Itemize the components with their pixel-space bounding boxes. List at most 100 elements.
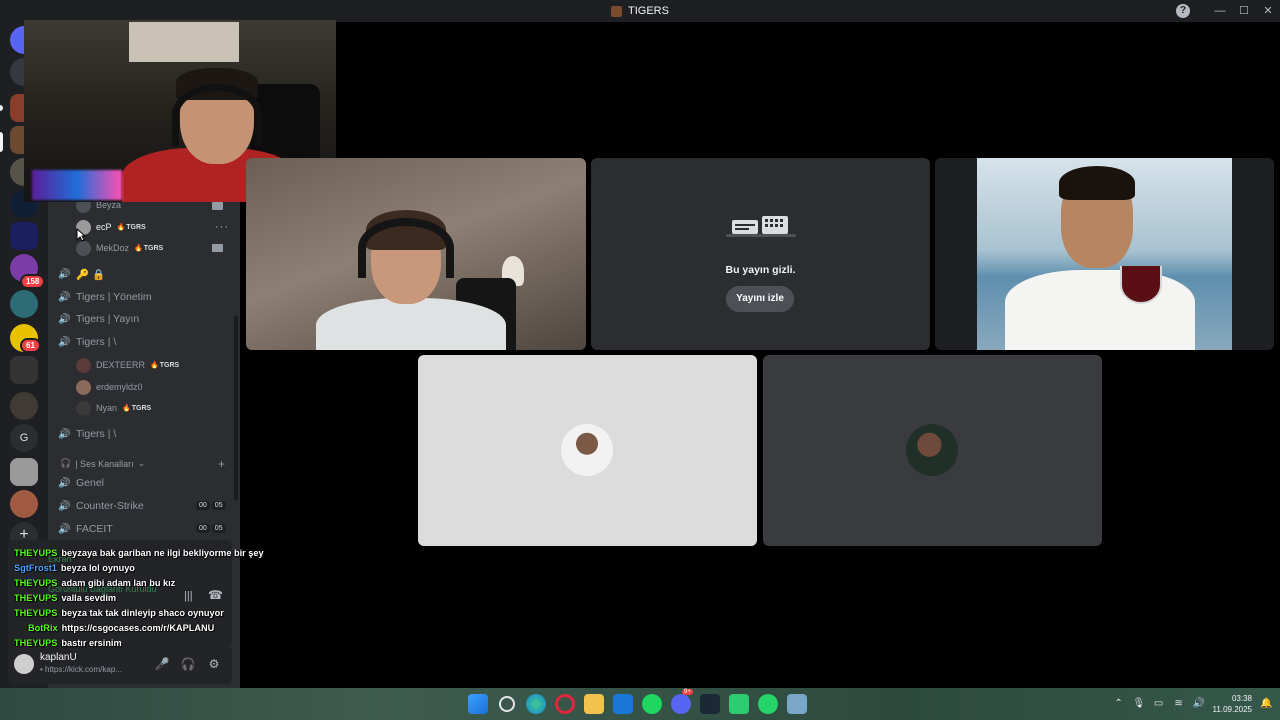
maximize-icon[interactable]: ☐	[1232, 0, 1256, 22]
clock[interactable]: 03:38 11.09.2025	[1213, 693, 1252, 715]
xbox-icon[interactable]	[729, 694, 749, 714]
vpn-icon[interactable]	[787, 694, 807, 714]
discord-icon[interactable]: 9+	[671, 689, 693, 714]
speaker-icon: 🔊	[58, 523, 71, 535]
server-icon[interactable]	[10, 392, 38, 420]
server-icon[interactable]	[10, 222, 38, 250]
category-header[interactable]: 🎧 | Ses Kanalları ⌄	[60, 458, 145, 469]
speaker-icon: 🔊	[58, 336, 71, 348]
voice-channel[interactable]: 🔊 Tigers | Yönetim	[58, 287, 152, 307]
category-label: | Ses Kanalları	[75, 458, 134, 469]
voice-channel[interactable]: 🔊 FACEIT	[58, 519, 113, 539]
avatar	[76, 240, 91, 256]
opera-icon[interactable]	[555, 694, 575, 714]
video-tile[interactable]	[935, 158, 1274, 350]
server-icon	[611, 5, 623, 17]
close-icon[interactable]: ✕	[1256, 0, 1280, 22]
volume-icon[interactable]: 🔊	[1193, 698, 1205, 710]
voice-channel[interactable]: 🔊 Genel	[58, 473, 104, 493]
chat-text: bastır ersinim	[61, 638, 122, 648]
edge-icon[interactable]	[526, 694, 546, 714]
speaker-icon: 🔊	[58, 291, 71, 303]
voice-user[interactable]: MekDoz TGRS	[76, 238, 163, 258]
voice-user[interactable]: erdemyldz0	[76, 377, 143, 397]
hidden-stream-icon	[726, 216, 796, 237]
window-title: TIGERS	[611, 5, 669, 17]
gear-icon[interactable]: ⚙	[206, 657, 222, 673]
minimize-icon[interactable]: —	[1208, 0, 1232, 22]
headphones-icon: 🎧	[60, 458, 72, 468]
avatar	[76, 400, 91, 416]
wifi-icon[interactable]: ≋	[1173, 698, 1185, 710]
watch-stream-button[interactable]: Yayını izle	[726, 286, 794, 312]
whatsapp-icon[interactable]	[758, 694, 778, 714]
chat-username: SgtFrost1	[14, 563, 57, 573]
unread-badge: 61	[20, 338, 41, 353]
unread-badge: 158	[20, 274, 46, 289]
speaker-icon: 🔊	[58, 477, 71, 489]
chat-username: THEYUPS	[14, 548, 58, 558]
headphones-icon[interactable]: 🎧	[180, 657, 196, 673]
video-tile[interactable]	[246, 158, 586, 350]
voice-channel[interactable]: 🔊 Counter-Strike	[58, 496, 144, 516]
user-count: 00	[196, 501, 210, 510]
voice-user-name: erdemyldz0	[96, 382, 143, 392]
microphone-icon[interactable]: 🎙	[1133, 698, 1146, 710]
outlook-icon[interactable]	[613, 694, 633, 714]
user-panel: kaplanU • https://kick.com/kap... 🎤 🎧 ⚙	[8, 648, 232, 684]
clock-date: 11.09.2025	[1212, 705, 1252, 714]
participant-hair	[1059, 166, 1135, 200]
participant-tile[interactable]	[418, 355, 757, 546]
chat-message: THEYUPS valla sevdim	[14, 593, 264, 608]
spotify-icon[interactable]	[642, 694, 662, 714]
user-limit: 05	[211, 524, 226, 533]
voice-channel[interactable]: 🔊 Tigers | \	[58, 424, 116, 444]
voice-user[interactable]: ecP TGRS	[76, 217, 146, 237]
more-icon[interactable]: ···	[215, 221, 229, 233]
voice-user[interactable]: Nyan TGRS	[76, 398, 151, 418]
steam-icon[interactable]	[700, 694, 720, 714]
selected-pill	[0, 132, 3, 152]
taskbar-apps: 9+	[468, 689, 807, 714]
chat-username: BotRix	[28, 623, 58, 633]
server-icon[interactable]	[10, 458, 38, 486]
channel-label: Tigers | Yönetim	[76, 291, 152, 303]
chat-message: THEYUPS bastır ersinim	[14, 638, 264, 653]
participant-body	[316, 298, 506, 350]
participant-shirt	[1005, 270, 1195, 350]
chevron-up-icon[interactable]: ⌃	[1113, 698, 1125, 710]
chat-message: SgtFrost1 beyza lol oynuyo	[14, 563, 264, 578]
server-icon[interactable]	[10, 290, 38, 318]
participant-tile[interactable]	[763, 355, 1102, 546]
voice-channel[interactable]: 🔊 Tigers | \	[58, 332, 116, 352]
voice-channel[interactable]: 🔊 Tigers | Yayın	[58, 309, 139, 329]
channel-label: 🔑 🔒	[76, 268, 106, 281]
server-icon[interactable]: G	[10, 424, 38, 452]
network-icon[interactable]: ▭	[1153, 698, 1165, 710]
wine-glass	[1120, 266, 1162, 304]
speaker-icon: 🔊	[58, 428, 71, 440]
microphone-icon[interactable]: 🎤	[154, 657, 170, 673]
hidden-stream-tile[interactable]: Bu yayın gizli. Yayını izle	[591, 158, 930, 350]
notification-icon[interactable]: 🔔	[1260, 698, 1272, 710]
search-icon[interactable]	[499, 696, 515, 712]
avatar[interactable]	[14, 654, 34, 674]
file-explorer-icon[interactable]	[584, 694, 604, 714]
chat-text: beyzaya bak gariban ne ilgi bekliyorme b…	[61, 548, 264, 558]
server-icon[interactable]	[10, 356, 38, 384]
windows-start-icon[interactable]	[468, 694, 488, 714]
avatar	[906, 424, 958, 476]
question-icon[interactable]: ?	[1176, 4, 1190, 18]
system-tray: ⌃ 🎙 ▭ ≋ 🔊 03:38 11.09.2025 🔔	[1113, 688, 1272, 720]
sidebar-scrollbar[interactable]	[234, 316, 238, 500]
add-channel-icon[interactable]: +	[218, 457, 225, 471]
server-icon[interactable]	[10, 490, 38, 518]
voice-user-name: Nyan	[96, 403, 118, 413]
voice-channel[interactable]: 🔊 🔑 🔒	[58, 264, 105, 284]
chat-message: THEYUPS adam gibi adam lan bu kız	[14, 578, 264, 593]
discord-badge: 9+	[682, 689, 693, 695]
channel-label: Tigers | \	[76, 336, 117, 348]
clan-tag: TGRS	[122, 404, 151, 412]
voice-user[interactable]: DEXTEERR TGRS	[76, 355, 179, 375]
clan-tag: TGRS	[117, 223, 145, 231]
